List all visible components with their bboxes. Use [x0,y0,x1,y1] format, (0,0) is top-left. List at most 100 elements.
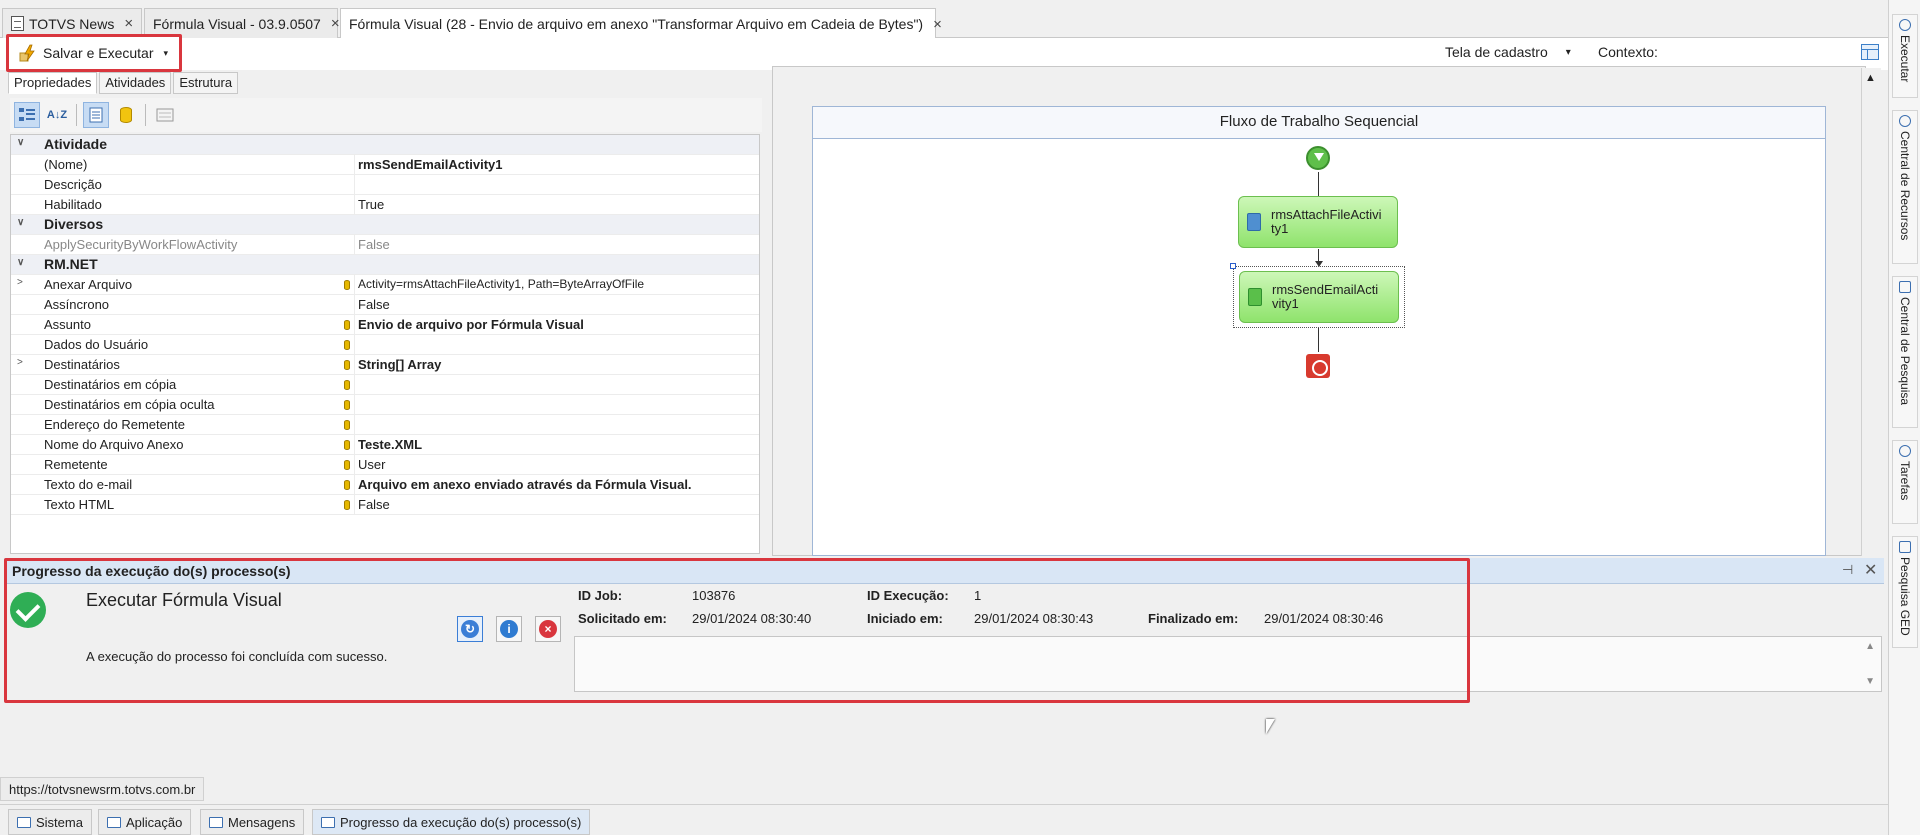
chevron-up-icon[interactable]: ▲ [1865,641,1875,652]
connector [1318,172,1319,196]
column-divider [354,235,355,254]
property-row[interactable]: ApplySecurityByWorkFlowActivity False [11,235,759,255]
property-value[interactable]: User [358,457,385,472]
property-value[interactable]: Envio de arquivo por Fórmula Visual [358,317,584,332]
workflow-start-icon[interactable] [1306,146,1330,170]
property-row[interactable]: Descrição [11,175,759,195]
window-icon [107,816,121,828]
dock-central-recursos[interactable]: Central de Recursos [1892,110,1918,264]
property-row[interactable]: Destinatários em cópia [11,375,759,395]
property-row[interactable]: Texto HTML False [11,495,759,515]
chevron-down-icon[interactable]: ▼ [1865,676,1875,687]
close-icon[interactable]: × [331,15,340,32]
property-value[interactable]: Arquivo em anexo enviado através da Fórm… [358,477,692,492]
activity-attach-file[interactable]: rmsAttachFileActivi ty1 [1238,196,1398,248]
property-name: Endereço do Remetente [44,417,185,432]
chevron-up-icon[interactable]: ▲ [1865,72,1876,84]
database-bound-icon [344,420,350,430]
column-divider [354,355,355,374]
activity-label: rmsAttachFileActivi ty1 [1271,207,1382,236]
categorized-icon[interactable] [14,102,40,128]
property-row[interactable]: Dados do Usuário [11,335,759,355]
property-row[interactable]: Texto do e-mail Arquivo em anexo enviado… [11,475,759,495]
property-row[interactable]: Remetente User [11,455,759,475]
tab-label: Fórmula Visual (28 - Envio de arquivo em… [349,16,924,32]
monitor-icon [17,816,31,828]
close-icon[interactable]: × [933,16,942,33]
property-row[interactable]: Endereço do Remetente [11,415,759,435]
column-divider [354,155,355,174]
tab-propriedades[interactable]: Propriedades [8,72,98,94]
property-category[interactable]: ∨ Atividade [11,135,759,155]
dock-central-pesquisa[interactable]: Central de Pesquisa [1892,276,1918,428]
property-value[interactable]: False [358,237,390,252]
workflow-title: Fluxo de Trabalho Sequencial [813,107,1825,139]
property-value[interactable]: String[] Array [358,357,441,372]
bottom-tab-progresso[interactable]: Progresso da execução do(s) processo(s) [312,809,591,835]
property-name: Habilitado [44,197,102,212]
property-row[interactable]: (Nome) rmsSendEmailActivity1 [11,155,759,175]
sort-alphabetical-icon[interactable]: A↓Z [44,102,70,128]
property-value[interactable]: rmsSendEmailActivity1 [358,157,503,172]
chevron-right-icon[interactable]: > [17,357,29,368]
column-divider [354,195,355,214]
mouse-cursor-icon [1266,719,1275,734]
property-row[interactable]: > Anexar Arquivo Activity=rmsAttachFileA… [11,275,759,295]
property-row[interactable]: Assunto Envio de arquivo por Fórmula Vis… [11,315,759,335]
property-category[interactable]: ∨ RM.NET [11,255,759,275]
bottom-tab-sistema[interactable]: Sistema [8,809,92,835]
database-bound-icon [344,440,350,450]
designer-scrollbar[interactable]: ▲ [1861,68,1881,556]
workflow-end-icon[interactable] [1306,354,1330,378]
property-grid: ∨ Atividade (Nome) rmsSendEmailActivity1… [10,134,760,554]
chevron-right-icon[interactable]: > [17,277,29,288]
property-category[interactable]: ∨ Diversos [11,215,759,235]
dock-pesquisa-ged[interactable]: Pesquisa GED [1892,536,1918,648]
property-pages-icon[interactable] [83,102,109,128]
description-pane-icon[interactable] [152,102,178,128]
layout-grid-icon[interactable] [1861,44,1879,60]
property-row[interactable]: Assíncrono False [11,295,759,315]
chevron-down-icon[interactable]: ∨ [17,217,29,228]
property-row[interactable]: Nome do Arquivo Anexo Teste.XML [11,435,759,455]
document-search-icon [1899,281,1911,293]
property-value[interactable]: Activity=rmsAttachFileActivity1, Path=By… [358,277,644,291]
pin-icon[interactable]: ⊣ [1842,562,1853,578]
property-name: Destinatários [44,357,120,372]
cylinder-glyph [120,107,132,123]
dock-tarefas[interactable]: Tarefas [1892,440,1918,524]
document-tab-strip: TOTVS News × Fórmula Visual - 03.9.0507 … [0,0,1888,39]
tab-atividades[interactable]: Atividades [99,72,172,94]
chevron-down-icon[interactable]: ▾ [164,48,169,59]
category-name: Atividade [44,136,108,152]
close-icon[interactable]: ✕ [1864,560,1877,580]
gear-icon [1899,19,1911,31]
message-icon [209,816,223,828]
tab-estrutura[interactable]: Estrutura [173,72,239,94]
activity-send-email[interactable]: rmsSendEmailActi vity1 [1239,271,1399,323]
bottom-tabbar: Sistema Aplicação Mensagens Progresso da… [0,804,1888,835]
selection-handle[interactable] [1230,263,1236,269]
tab-formula-visual-28[interactable]: Fórmula Visual (28 - Envio de arquivo em… [340,8,942,39]
screen-type-select[interactable]: Tela de cadastro ▾ [1445,44,1571,60]
property-row[interactable]: Destinatários em cópia oculta [11,395,759,415]
tab-label: Fórmula Visual - 03.9.0507 [153,15,321,32]
bottom-tab-aplicacao[interactable]: Aplicação [98,809,192,835]
property-value[interactable]: Teste.XML [358,437,422,452]
tab-label: TOTVS News [29,15,115,32]
toolbar-divider [145,104,146,126]
property-row[interactable]: > Destinatários String[] Array [11,355,759,375]
database-icon[interactable] [113,102,139,128]
save-and-run-button[interactable]: Salvar e Executar ▾ [6,34,182,72]
dock-executar[interactable]: Executar [1892,14,1918,98]
property-row[interactable]: Habilitado True [11,195,759,215]
chevron-down-icon[interactable]: ∨ [17,257,29,268]
close-icon[interactable]: × [124,15,133,32]
chevron-down-icon[interactable]: ∨ [17,137,29,148]
property-grid-toolbar: A↓Z [10,98,762,132]
property-value[interactable]: False [358,297,390,312]
save-and-run-label: Salvar e Executar [43,45,154,61]
property-value[interactable]: False [358,497,390,512]
property-value[interactable]: True [358,197,384,212]
bottom-tab-mensagens[interactable]: Mensagens [200,809,305,835]
